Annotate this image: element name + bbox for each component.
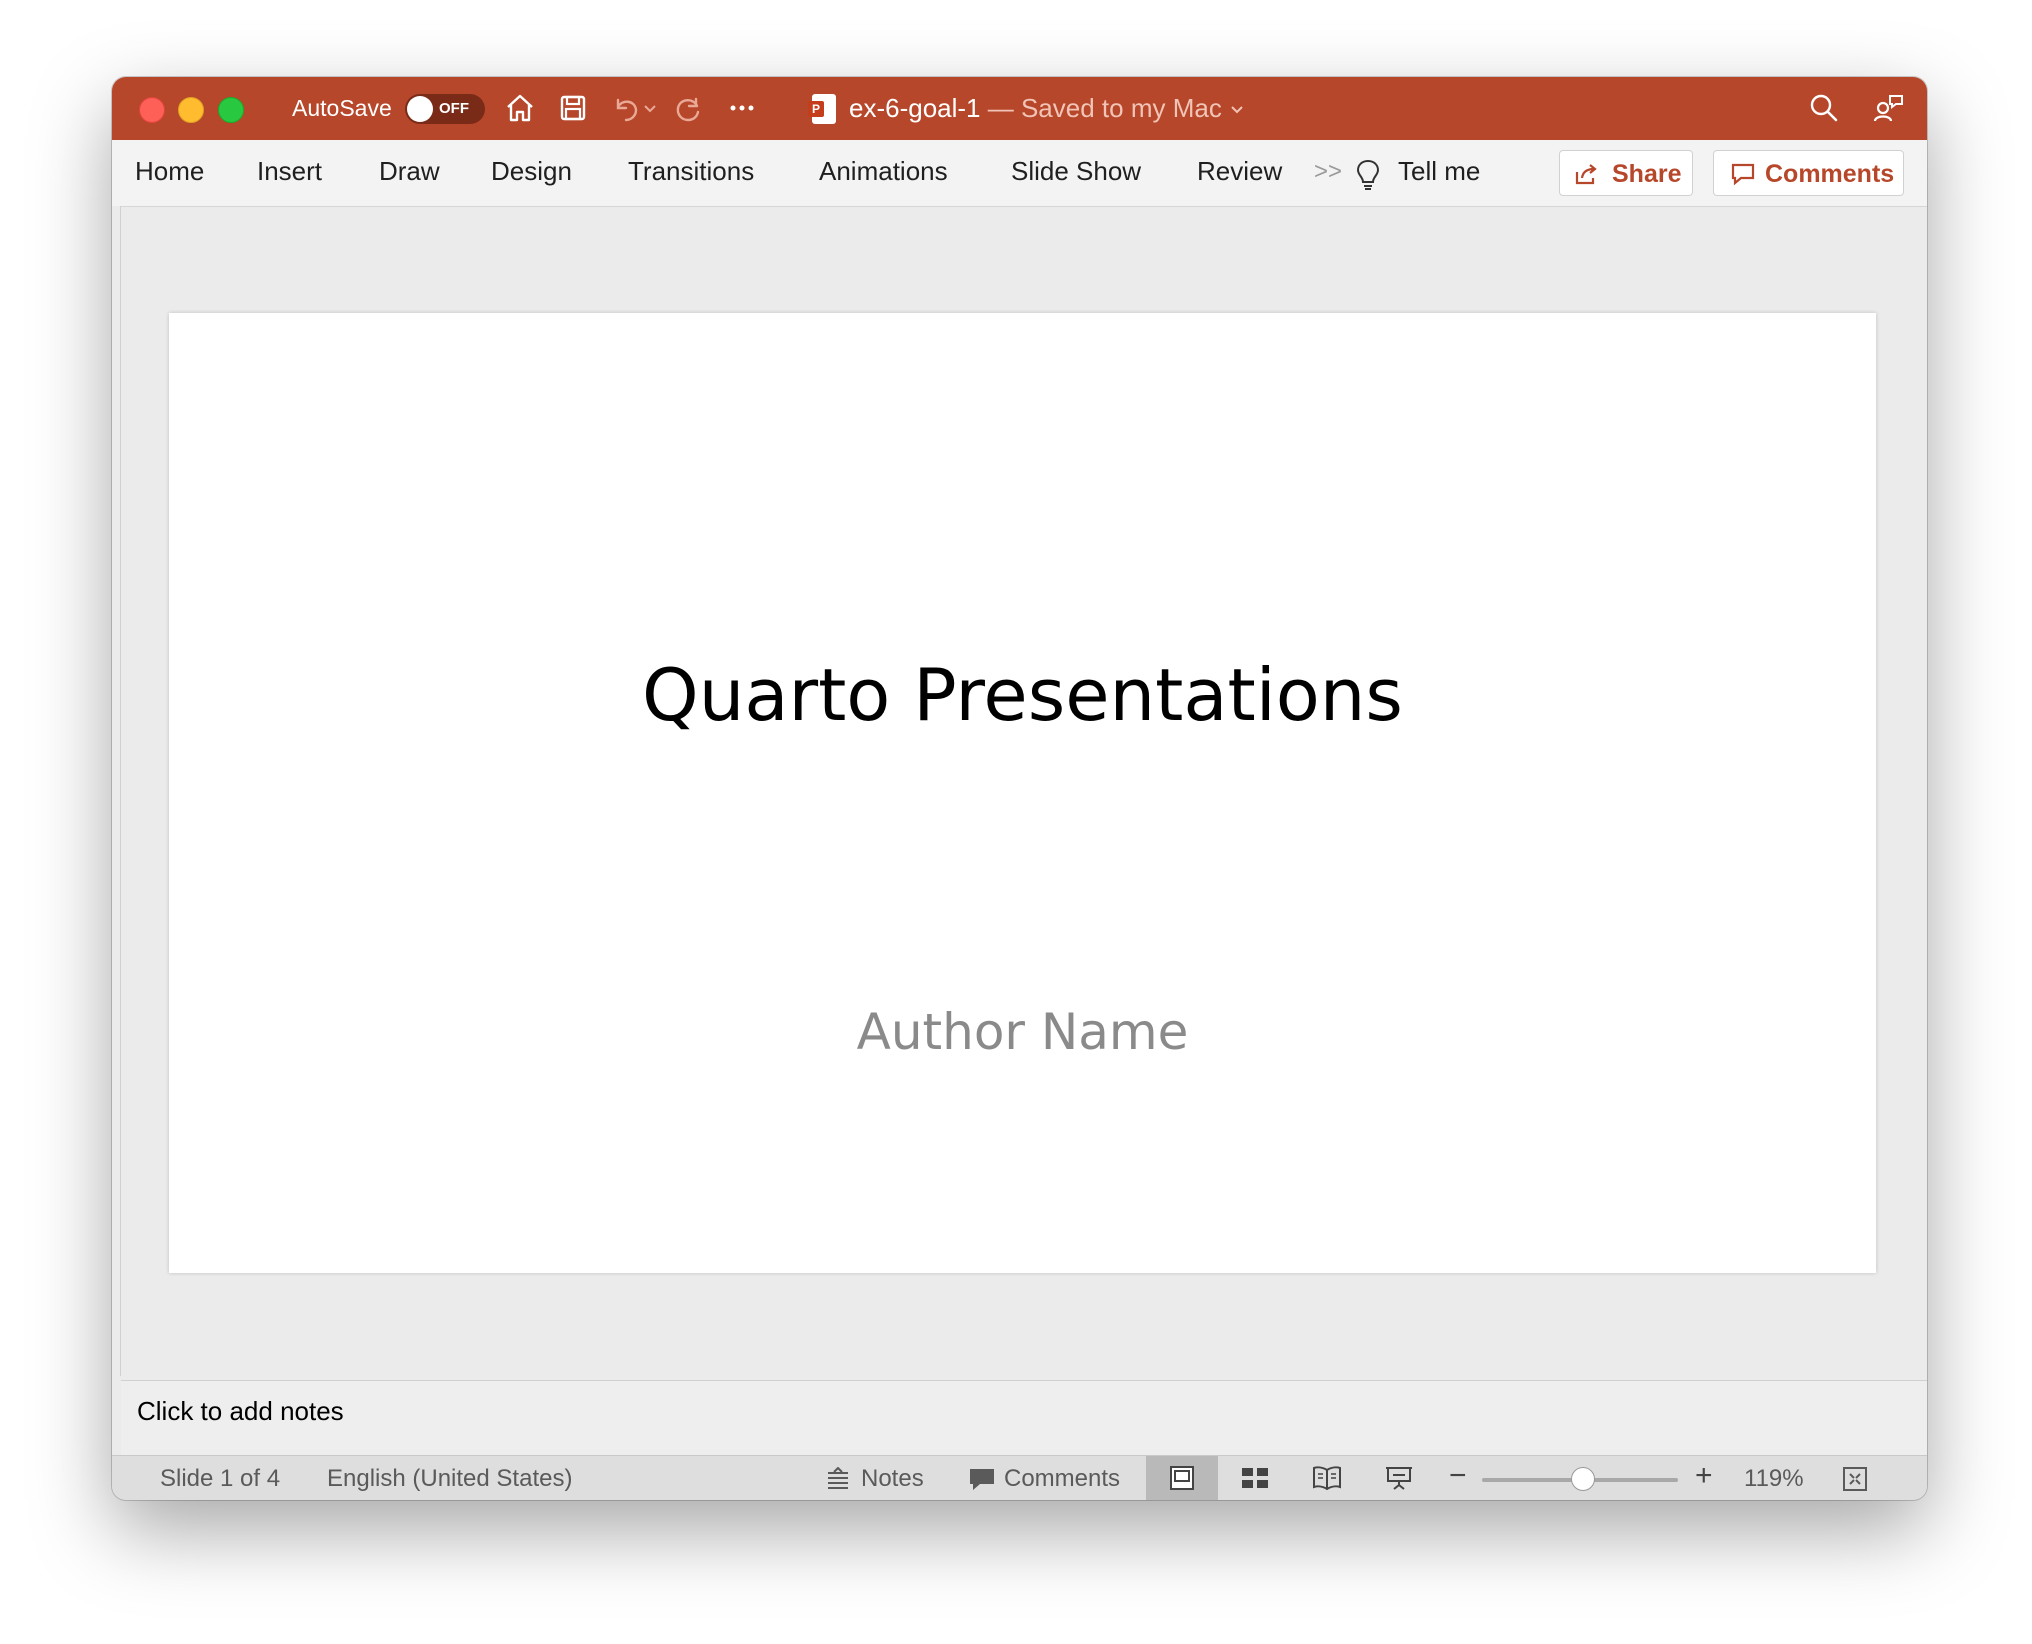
notes-pane[interactable]: Click to add notes (121, 1380, 1927, 1456)
slide-sorter-button[interactable] (1218, 1456, 1290, 1500)
zoom-out-button[interactable]: − (1449, 1459, 1467, 1493)
maximize-window-button[interactable] (218, 97, 244, 123)
tab-transitions[interactable]: Transitions (628, 156, 754, 187)
fit-to-window-icon[interactable] (1842, 1466, 1868, 1492)
more-icon[interactable] (724, 90, 760, 126)
overflow-chevron-icon[interactable]: >> (1314, 158, 1342, 186)
title-bar: AutoSave OFF P ex-6-goal-1 — Saved to my… (112, 77, 1927, 140)
slide-title[interactable]: Quarto Presentations (169, 653, 1876, 737)
toggle-knob (407, 96, 433, 122)
tab-design[interactable]: Design (491, 156, 572, 187)
book-icon (1313, 1466, 1341, 1491)
presentation-icon (1386, 1467, 1412, 1490)
zoom-slider-handle[interactable] (1571, 1467, 1595, 1491)
document-title[interactable]: ex-6-goal-1 — Saved to my Mac (849, 93, 1245, 124)
slide-show-button[interactable] (1362, 1456, 1434, 1500)
slide-indicator: Slide 1 of 4 (160, 1465, 281, 1492)
autosave-state: OFF (439, 100, 469, 117)
minimize-window-button[interactable] (178, 97, 204, 123)
chevron-down-icon (1231, 106, 1243, 114)
comments-label: Comments (1765, 160, 1895, 188)
comments-pane-icon[interactable] (968, 1467, 996, 1493)
powerpoint-file-icon: P (808, 94, 836, 124)
comment-icon (1731, 163, 1755, 186)
notes-toggle[interactable]: Notes (861, 1465, 924, 1493)
tab-insert[interactable]: Insert (257, 156, 322, 187)
thumbnail-pane-edge[interactable] (112, 206, 121, 1376)
tab-slide-show[interactable]: Slide Show (1011, 156, 1141, 187)
close-window-button[interactable] (139, 97, 165, 123)
slide-canvas[interactable]: Quarto Presentations Author Name (169, 313, 1876, 1273)
home-icon[interactable] (502, 90, 538, 126)
normal-view-icon (1170, 1466, 1194, 1490)
comments-button[interactable]: Comments (1713, 150, 1904, 196)
tab-review[interactable]: Review (1197, 156, 1282, 187)
reading-view-button[interactable] (1290, 1456, 1362, 1500)
zoom-level[interactable]: 119% (1744, 1465, 1804, 1493)
autosave-toggle[interactable]: OFF (405, 94, 485, 124)
powerpoint-window: AutoSave OFF P ex-6-goal-1 — Saved to my… (112, 77, 1927, 1500)
comments-toggle[interactable]: Comments (1004, 1465, 1120, 1493)
lightbulb-icon (1356, 159, 1380, 190)
language-indicator[interactable]: English (United States) (327, 1465, 572, 1493)
redo-icon[interactable] (670, 90, 706, 126)
slide-sorter-icon (1242, 1468, 1268, 1488)
zoom-in-button[interactable]: + (1695, 1459, 1713, 1493)
document-name: ex-6-goal-1 (849, 93, 981, 123)
slide-subtitle[interactable]: Author Name (169, 1003, 1876, 1061)
save-icon[interactable] (555, 90, 591, 126)
notes-placeholder: Click to add notes (137, 1396, 344, 1426)
tab-draw[interactable]: Draw (379, 156, 440, 187)
undo-icon[interactable] (608, 90, 644, 126)
document-status: — Saved to my Mac (980, 93, 1222, 123)
tell-me-search[interactable]: Tell me (1398, 156, 1480, 187)
tab-animations[interactable]: Animations (819, 156, 948, 187)
share-icon (1575, 164, 1597, 185)
share-label: Share (1612, 160, 1682, 188)
tab-home[interactable]: Home (135, 156, 204, 187)
share-button[interactable]: Share (1559, 150, 1693, 196)
undo-dropdown-icon[interactable] (640, 90, 660, 126)
autosave-label: AutoSave (292, 95, 392, 121)
share-person-icon[interactable] (1870, 90, 1906, 126)
ribbon-tabs: Home Insert Draw Design Transitions Anim… (112, 140, 1927, 207)
normal-view-button[interactable] (1146, 1456, 1218, 1500)
status-bar: Slide 1 of 4 English (United States) Not… (112, 1455, 1927, 1500)
notes-icon[interactable] (825, 1467, 851, 1491)
search-icon[interactable] (1806, 90, 1842, 126)
